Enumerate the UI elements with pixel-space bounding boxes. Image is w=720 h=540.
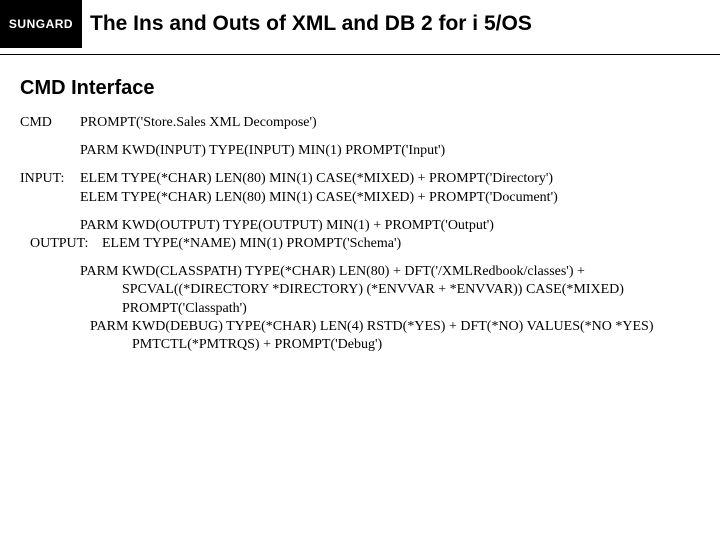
- slide-title: The Ins and Outs of XML and DB 2 for i 5…: [82, 0, 532, 48]
- input-elem-2: ELEM TYPE(*CHAR) LEN(80) MIN(1) CASE(*MI…: [80, 189, 700, 207]
- output-label: OUTPUT:: [30, 235, 102, 253]
- cmd-value: PROMPT('Store.Sales XML Decompose'): [80, 114, 700, 132]
- header-separator: [0, 54, 720, 55]
- input-label: INPUT:: [20, 170, 80, 206]
- cmd-row: CMD PROMPT('Store.Sales XML Decompose'): [20, 114, 700, 132]
- cmd-label: CMD: [20, 114, 80, 132]
- parm-input: PARM KWD(INPUT) TYPE(INPUT) MIN(1) PROMP…: [80, 142, 700, 160]
- slide-body: CMD PROMPT('Store.Sales XML Decompose') …: [0, 114, 720, 354]
- output-row: OUTPUT: ELEM TYPE(*NAME) MIN(1) PROMPT('…: [30, 235, 700, 253]
- section-heading: CMD Interface: [20, 77, 720, 100]
- parm-output: PARM KWD(OUTPUT) TYPE(OUTPUT) MIN(1) + P…: [80, 217, 700, 235]
- parm-debug: PARM KWD(DEBUG) TYPE(*CHAR) LEN(4) RSTD(…: [90, 318, 700, 354]
- input-row: INPUT: ELEM TYPE(*CHAR) LEN(80) MIN(1) C…: [20, 170, 700, 206]
- output-elem: ELEM TYPE(*NAME) MIN(1) PROMPT('Schema'): [102, 235, 700, 253]
- slide-header: SUNGARD The Ins and Outs of XML and DB 2…: [0, 0, 720, 48]
- input-content: ELEM TYPE(*CHAR) LEN(80) MIN(1) CASE(*MI…: [80, 170, 700, 206]
- parm-classpath: PARM KWD(CLASSPATH) TYPE(*CHAR) LEN(80) …: [80, 263, 700, 318]
- brand-logo: SUNGARD: [0, 0, 82, 48]
- input-elem-1: ELEM TYPE(*CHAR) LEN(80) MIN(1) CASE(*MI…: [80, 170, 700, 188]
